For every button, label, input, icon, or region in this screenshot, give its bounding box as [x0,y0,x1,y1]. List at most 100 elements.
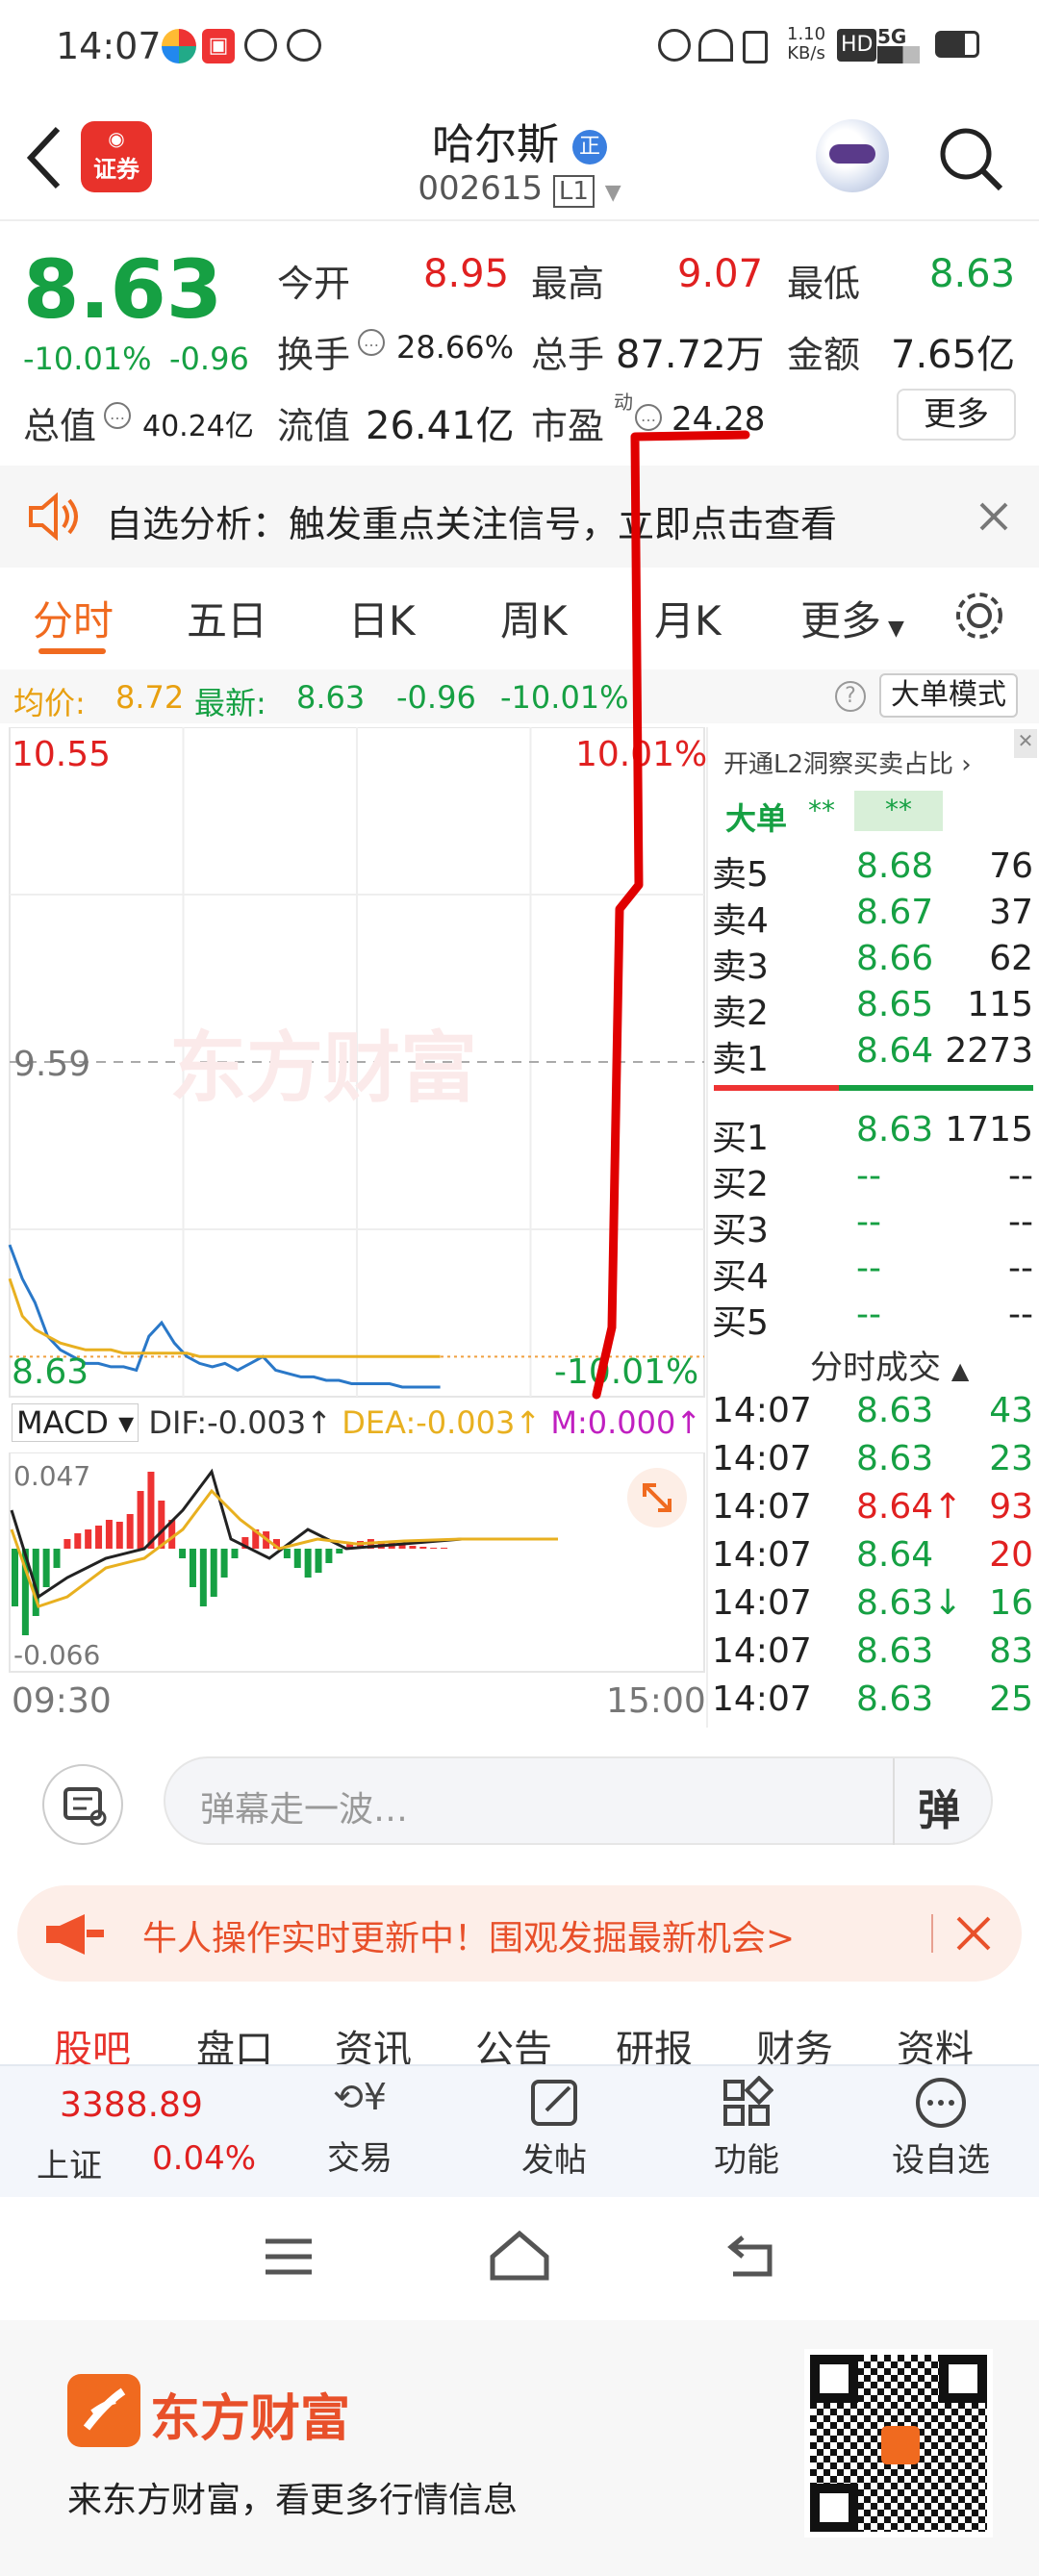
book-volume: 2273 [945,1031,1033,1071]
macd-bar [189,1549,196,1587]
info-icon[interactable]: … [358,329,385,356]
float-cap-value: 26.41亿 [366,404,515,448]
book-price: 8.63 [856,1679,934,1719]
add-watchlist-button[interactable]: 设自选 [854,2076,1027,2181]
tab-day-k[interactable]: 日K [348,589,416,647]
macd-chart[interactable] [0,1452,706,1676]
low-value: 8.63 [929,252,1016,296]
app-notify-icon-3 [244,29,277,62]
close-icon[interactable]: ✕ [1014,729,1037,758]
close-icon[interactable] [977,500,1010,533]
buy-ratio-bar [839,1085,1033,1091]
big-order-v1: ** [808,795,835,826]
macd-bar [53,1549,61,1568]
book-price: -- [856,1202,881,1242]
home-icon[interactable] [489,2230,550,2282]
qr-code [804,2349,993,2538]
last-label: 最新: [194,685,266,721]
functions-button[interactable]: 功能 [660,2075,833,2181]
macd-bar [158,1501,165,1549]
book-volume: 16 [989,1583,1033,1623]
book-price: 8.63↓ [856,1583,963,1623]
trade-time: 14:07 [712,1487,812,1527]
level-badge: L1 [552,175,595,208]
search-icon[interactable] [937,125,1006,194]
book-price: 8.64↑ [856,1487,963,1527]
chart-y-bottom: 8.63 [12,1352,89,1392]
turnover-value: 28.66% [396,329,515,366]
tab-five-day[interactable]: 五日 [187,589,267,647]
trade-time: 14:07 [712,1679,812,1719]
index-value[interactable]: 3388.89 [60,2085,203,2125]
macd-selector[interactable]: MACD ▾ [12,1403,139,1442]
big-order-mode-button[interactable]: 大单模式 [879,673,1018,718]
book-volume: 115 [967,985,1033,1024]
dropdown-icon: ▼ [604,181,621,205]
dea-value: DEA:-0.003↑ [342,1404,542,1441]
tab-more[interactable]: 更多 ▼ [800,589,904,647]
macd-bar [304,1549,312,1578]
book-volume: 20 [989,1535,1033,1575]
trade-time: 14:07 [712,1391,812,1430]
index-name[interactable]: 上证 [37,2139,102,2186]
trades-header[interactable]: 分时成交 ▲ [810,1341,969,1388]
macd-legend: MACD ▾ DIF:-0.003↑ DEA:-0.003↑ M:0.000↑ [12,1403,702,1442]
help-icon[interactable]: ? [835,681,866,712]
book-price: 8.65 [856,985,934,1024]
watermark: 东方财富 [169,1023,477,1113]
index-pct[interactable]: 0.04% [152,2139,256,2178]
book-price: -- [856,1156,881,1196]
low-label: 最低 [787,263,861,305]
volume-value: 87.72万 [616,333,765,377]
total-cap-label: 总值 [23,405,97,447]
macd-bar [126,1514,134,1549]
expand-icon[interactable] [627,1468,687,1528]
signal-icon [877,46,920,63]
robot-assistant-icon[interactable] [816,119,889,192]
book-level-label: 卖4 [712,901,769,941]
book-level-label: 买4 [712,1257,769,1297]
trade-button[interactable]: ⟲¥ 交易 [273,2076,446,2179]
trade-time: 14:07 [712,1535,812,1575]
macd-bar [74,1533,82,1549]
book-volume: 76 [989,846,1033,886]
footer-slogan: 来东方财富，看更多行情信息 [67,2481,519,2520]
alarm-icon [658,29,691,62]
more-button[interactable]: 更多 [897,389,1016,441]
info-icon[interactable]: … [104,402,131,429]
footer-banner: 东方财富 来东方财富，看更多行情信息 [0,2320,1039,2576]
settings-gear-icon[interactable] [952,589,1006,643]
change-pct: -10.01% [23,341,152,377]
speed-icon [698,29,733,62]
macd-bar [430,1548,438,1549]
close-icon[interactable] [954,1914,993,1953]
book-volume: -- [1008,1202,1033,1242]
tab-intraday[interactable]: 分时 [33,589,114,647]
macd-bar [105,1520,113,1549]
app-notify-icon [162,29,196,63]
book-price: -- [856,1295,881,1334]
book-level-label: 买1 [712,1119,769,1158]
back-nav-icon[interactable] [723,2234,777,2280]
vibrate-icon [743,31,768,63]
avg-value: 8.72 [115,679,185,716]
notice-bar[interactable]: 自选分析：触发重点关注信号，立即点击查看 [0,466,1039,568]
total-cap-value: 40.24亿 [142,410,254,443]
macd-bar [419,1547,427,1549]
l2-link[interactable]: 开通L2洞察买卖占比 › [723,745,972,780]
book-volume: 23 [989,1439,1033,1478]
post-button[interactable]: 发帖 [468,2076,641,2181]
danmu-settings-icon[interactable] [42,1764,123,1845]
book-price: 8.63 [856,1439,934,1478]
macd-top: 0.047 [13,1460,91,1492]
brand-logo-icon [67,2374,140,2447]
macd-bar [63,1539,71,1549]
m-value: M:0.000↑ [550,1404,702,1441]
book-level-label: 买5 [712,1303,769,1343]
pe-superscript: 动 [614,391,633,414]
danmu-input[interactable]: 弹幕走一波… 弹 [164,1756,993,1845]
menu-icon[interactable] [262,2235,316,2278]
danmu-toggle-button[interactable]: 弹 [918,1776,960,1837]
macd-bar [137,1491,144,1549]
promo-bar[interactable]: 牛人操作实时更新中！围观发掘最新机会> [17,1885,1022,1982]
